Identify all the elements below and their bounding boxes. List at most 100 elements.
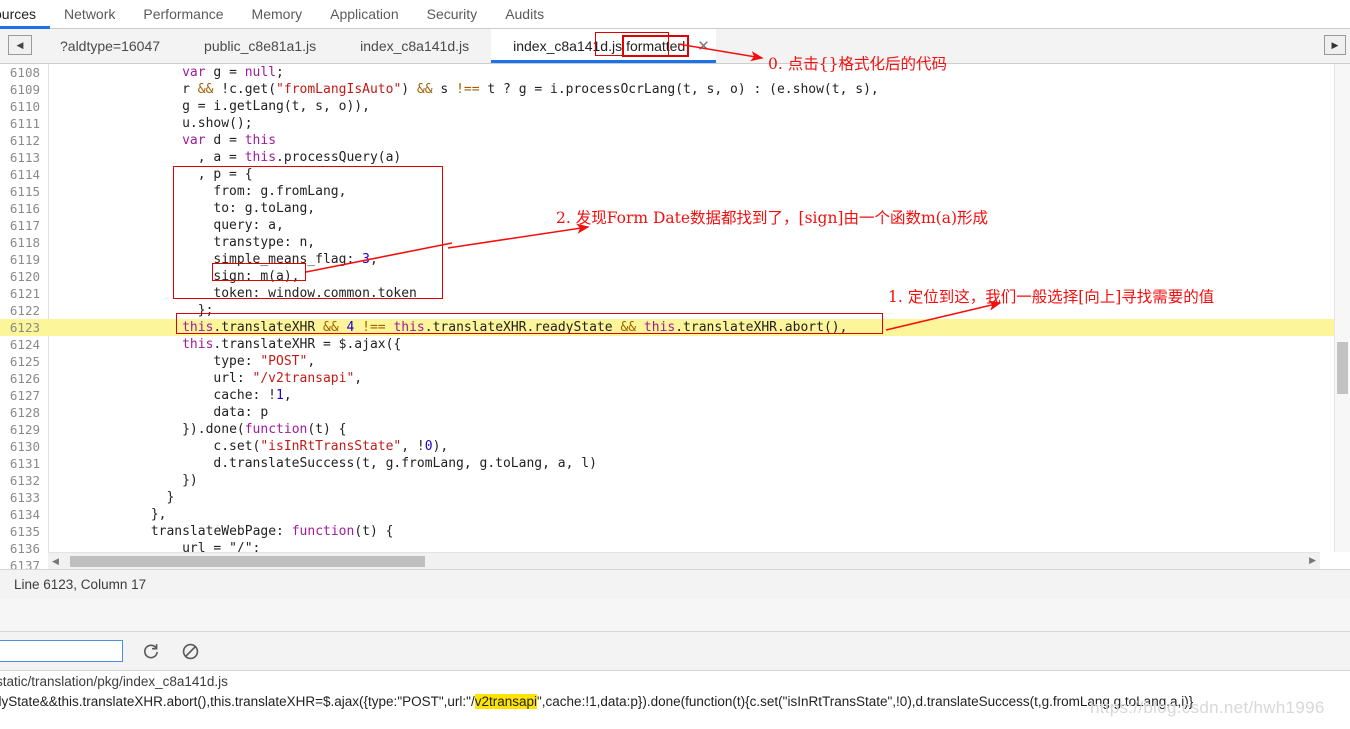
- annotation-2: 2. 发现Form Date数据都找到了，[sign]由一个函数m(a)形成: [556, 209, 989, 227]
- annotation-box-line6123: [176, 313, 883, 334]
- tab-sources-label: ources: [0, 6, 37, 22]
- code-line[interactable]: 6130 c.set("isInRtTransState", !0),: [0, 438, 1350, 455]
- tab-application-label: Application: [330, 6, 399, 22]
- file-tab-aldtype[interactable]: ?aldtype=16047: [38, 29, 182, 63]
- code-line[interactable]: 6133}: [0, 489, 1350, 506]
- search-results: static/translation/pkg/index_c8a141d.js …: [0, 671, 1350, 729]
- result-snippet-after: ",cache:!1,data:p}).done(function(t){c.s…: [537, 694, 1194, 709]
- search-input[interactable]: [0, 640, 123, 662]
- tab-performance-label: Performance: [143, 6, 224, 22]
- close-icon[interactable]: ✕: [697, 39, 710, 54]
- line-number: 6114: [9, 167, 40, 182]
- triangle-left-icon[interactable]: ◀: [8, 35, 32, 55]
- file-tab-aldtype-label: ?aldtype=16047: [60, 38, 161, 54]
- code-line[interactable]: 6134},: [0, 506, 1350, 523]
- code-line[interactable]: 6124 this.translateXHR = $.ajax({: [0, 336, 1350, 353]
- line-number: 6120: [9, 269, 40, 284]
- search-toolbar: [0, 632, 1350, 671]
- triangle-right-icon[interactable]: ▶: [1324, 35, 1346, 55]
- line-number: 6131: [9, 456, 40, 471]
- line-number: 6122: [9, 303, 40, 318]
- line-number: 6111: [9, 116, 40, 131]
- editor-horizontal-scrollbar[interactable]: ◀ ▶: [48, 552, 1320, 570]
- file-tab-index-js[interactable]: index_c8a141d.js: [338, 29, 491, 63]
- no-entry-icon[interactable]: [177, 638, 203, 664]
- line-number: 6108: [9, 65, 40, 80]
- line-number: 6109: [9, 82, 40, 97]
- code-line[interactable]: 6125 type: "POST",: [0, 353, 1350, 370]
- line-number: 6134: [9, 507, 40, 522]
- code-line[interactable]: 6129}).done(function(t) {: [0, 421, 1350, 438]
- file-tab-public-js[interactable]: public_c8e81a1.js: [182, 29, 338, 63]
- tab-sources[interactable]: ources: [0, 0, 51, 29]
- tab-security[interactable]: Security: [413, 0, 492, 28]
- tab-memory[interactable]: Memory: [238, 0, 317, 28]
- code-line[interactable]: 6132}): [0, 472, 1350, 489]
- code-text: translateWebPage: function(t) {: [150, 524, 394, 539]
- line-number: 6130: [9, 439, 40, 454]
- tab-audits[interactable]: Audits: [491, 0, 558, 28]
- tab-application[interactable]: Application: [316, 0, 413, 28]
- code-text: var g = null;: [182, 65, 284, 80]
- line-number: 6113: [9, 150, 40, 165]
- code-text: cache: !1,: [213, 388, 292, 403]
- result-snippet[interactable]: dyState&&this.translateXHR.abort(),this.…: [0, 694, 1350, 709]
- line-number: 6133: [9, 490, 40, 505]
- line-number: 6115: [9, 184, 40, 199]
- code-text: g = i.getLang(t, s, o)),: [182, 99, 370, 114]
- code-text: url: "/v2transapi",: [213, 371, 363, 386]
- tab-performance[interactable]: Performance: [129, 0, 237, 28]
- line-number: 6135: [9, 524, 40, 539]
- code-line[interactable]: 6108 var g = null;: [0, 64, 1350, 81]
- line-number: 6125: [9, 354, 40, 369]
- code-text: }).done(function(t) {: [182, 422, 347, 437]
- code-line[interactable]: 6135 translateWebPage: function(t) {: [0, 523, 1350, 540]
- file-tab-index-js-label: index_c8a141d.js: [360, 38, 470, 54]
- code-line[interactable]: 6128 data: p: [0, 404, 1350, 421]
- editor-vertical-scrollbar[interactable]: [1334, 64, 1350, 552]
- code-text: u.show();: [182, 116, 253, 131]
- result-file-path[interactable]: static/translation/pkg/index_c8a141d.js: [0, 671, 1350, 689]
- line-number: 6112: [9, 133, 40, 148]
- code-text: data: p: [213, 405, 269, 420]
- code-line[interactable]: 6109 r && !c.get("fromLangIsAuto") && s !…: [0, 81, 1350, 98]
- code-line[interactable]: 6110 g = i.getLang(t, s, o)),: [0, 98, 1350, 115]
- line-number: 6116: [9, 201, 40, 216]
- line-number: 6137: [9, 558, 40, 569]
- code-line[interactable]: 6127 cache: !1,: [0, 387, 1350, 404]
- file-tab-public-js-label: public_c8e81a1.js: [204, 38, 317, 54]
- annotation-box-formatted: [595, 32, 669, 56]
- code-line[interactable]: 6112 var d = this: [0, 132, 1350, 149]
- devtools-window: ources Network Performance Memory Applic…: [0, 0, 1350, 729]
- line-number: 6117: [9, 218, 40, 233]
- tab-security-label: Security: [426, 6, 478, 22]
- line-number: 6119: [9, 252, 40, 267]
- line-number: 6136: [9, 541, 40, 556]
- file-tab-bar: ◀ ?aldtype=16047 public_c8e81a1.js index…: [0, 29, 1350, 64]
- editor-horizontal-scrollbar-thumb[interactable]: [70, 556, 425, 567]
- code-text: d.translateSuccess(t, g.fromLang, g.toLa…: [213, 456, 597, 471]
- code-line[interactable]: 6111 u.show();: [0, 115, 1350, 132]
- editor-status-bar: Line 6123, Column 17: [0, 569, 1350, 600]
- tab-audits-label: Audits: [505, 6, 545, 22]
- code-text: }: [166, 490, 175, 505]
- code-text: , a = this.processQuery(a): [197, 150, 402, 165]
- code-text: },: [150, 507, 167, 522]
- code-text: }): [182, 473, 198, 488]
- code-line[interactable]: 6113 , a = this.processQuery(a): [0, 149, 1350, 166]
- code-line[interactable]: 6126 url: "/v2transapi",: [0, 370, 1350, 387]
- drawer-spacer: [0, 599, 1350, 632]
- code-text: c.set("isInRtTransState", !0),: [213, 439, 449, 454]
- code-line[interactable]: 6131 d.translateSuccess(t, g.fromLang, g.…: [0, 455, 1350, 472]
- editor-vertical-scrollbar-thumb[interactable]: [1337, 342, 1348, 394]
- code-text: var d = this: [182, 133, 277, 148]
- refresh-icon[interactable]: [137, 638, 163, 664]
- panel-tab-bar: ources Network Performance Memory Applic…: [0, 0, 1350, 29]
- result-snippet-match: v2transapi: [474, 694, 537, 709]
- scroll-left-icon[interactable]: ◀: [52, 556, 59, 567]
- scroll-right-icon[interactable]: ▶: [1309, 555, 1316, 566]
- line-number: 6121: [9, 286, 40, 301]
- tab-memory-label: Memory: [251, 6, 303, 22]
- tab-network[interactable]: Network: [50, 0, 129, 28]
- annotation-1: 1. 定位到这，我们一般选择[向上]寻找需要的值: [888, 288, 1215, 306]
